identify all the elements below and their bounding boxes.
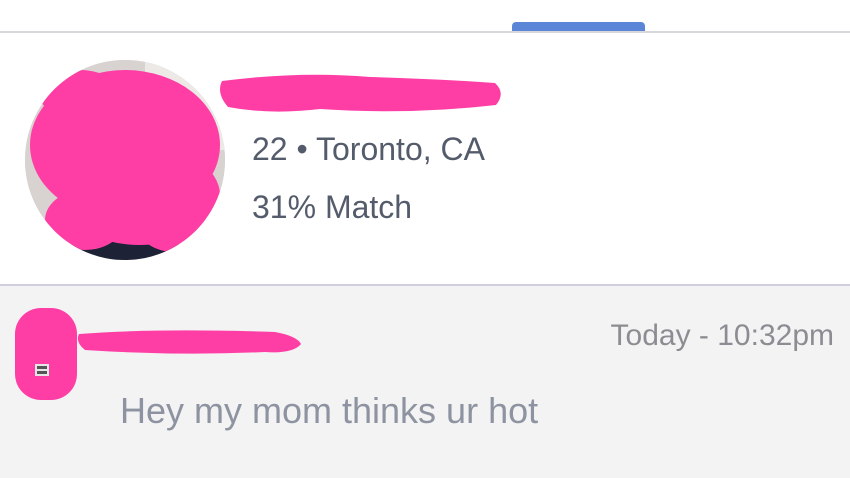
profile-age-location: 22 • Toronto, CA xyxy=(252,131,485,167)
sender-redaction xyxy=(77,330,301,354)
sender-name[interactable] xyxy=(77,330,325,360)
profile-card[interactable]: 22 • Toronto, CA 31% Match xyxy=(0,33,850,285)
message-item[interactable]: Today - 10:32pm Hey my mom thinks ur hot xyxy=(0,286,850,478)
active-tab-indicator[interactable] xyxy=(512,22,645,31)
top-tab-bar xyxy=(0,0,850,33)
name-redaction xyxy=(220,74,501,112)
avatar-photo xyxy=(25,60,225,260)
sender-avatar[interactable] xyxy=(15,308,77,400)
profile-avatar[interactable] xyxy=(25,60,225,260)
message-preview: Hey my mom thinks ur hot xyxy=(120,390,539,431)
avatar-redaction xyxy=(30,70,220,252)
profile-name[interactable] xyxy=(220,73,510,113)
message-timestamp: Today - 10:32pm xyxy=(610,319,834,352)
profile-match-percent: 31% Match xyxy=(252,189,413,225)
